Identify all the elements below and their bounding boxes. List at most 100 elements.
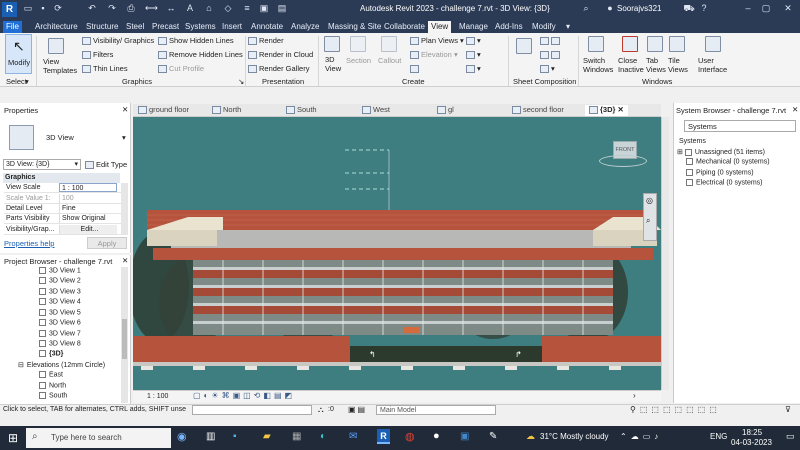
prop-row[interactable]: Detail Level Fine <box>4 204 122 214</box>
user-name[interactable]: Soorajvs321 <box>617 4 661 13</box>
system-dropdown[interactable]: Systems <box>684 120 796 132</box>
tree-item[interactable]: 3D View 6 <box>39 319 81 326</box>
minimize-icon[interactable]: – <box>742 3 754 16</box>
switch-windows-button[interactable]: Switch Windows <box>583 56 613 74</box>
redo-icon[interactable]: ↷ <box>106 3 118 16</box>
remove-hidden-lines-button[interactable]: Remove Hidden Lines <box>158 50 243 60</box>
tab-second-floor[interactable]: second floor <box>512 105 564 116</box>
cortana-icon[interactable]: ◉ <box>177 430 187 443</box>
tab-structure[interactable]: Structure <box>83 21 121 33</box>
workset-dropdown[interactable] <box>192 405 312 415</box>
task-view-icon[interactable]: ▥ <box>206 431 215 442</box>
chevron-down-icon[interactable]: ▾ <box>25 77 29 86</box>
sheet-icon[interactable] <box>516 38 532 54</box>
tab-south[interactable]: South <box>286 105 317 116</box>
scroll-right-icon[interactable]: › <box>633 391 636 400</box>
cut-profile-button[interactable]: Cut Profile <box>158 64 204 74</box>
drawing-canvas[interactable]: ↰ ↱ FRONT ◎ ⌕ <box>133 117 661 390</box>
tree-item[interactable]: 3D View 5 <box>39 309 81 316</box>
tree-group[interactable]: ⊟ Elevations (12mm Circle) <box>18 361 105 369</box>
navigation-bar[interactable]: ◎ ⌕ <box>643 193 657 241</box>
3d-view-icon[interactable] <box>324 36 340 52</box>
filter-icon[interactable]: ⊽ <box>785 405 791 414</box>
app-photos-icon[interactable]: ▪ <box>233 431 237 442</box>
view-controls-icons[interactable]: ▢◐☀⌘▣◫⟲◧▤◩ <box>193 391 295 400</box>
aligned-dimension-icon[interactable]: ↔ <box>165 3 177 16</box>
tree-item[interactable]: {3D} <box>39 350 63 357</box>
tab-modify[interactable]: Modify <box>529 21 559 33</box>
mail-icon[interactable]: ✉ <box>349 431 357 442</box>
render-button[interactable]: Render <box>248 36 284 46</box>
tree-item[interactable]: East <box>39 371 63 378</box>
modify-button[interactable]: ↖ Modify <box>5 34 32 74</box>
legends-icon[interactable]: ▾ <box>466 50 481 60</box>
ribbon-toggle-icon[interactable]: ▾ <box>563 21 573 33</box>
chrome-icon[interactable]: ◍ <box>405 430 415 443</box>
notification-icon[interactable]: ▭ <box>786 431 795 442</box>
view-scale[interactable]: 1 : 100 <box>147 393 168 400</box>
close-icon[interactable]: ✕ <box>792 105 798 114</box>
viewports-icon[interactable]: ▾ <box>540 64 555 74</box>
tree-item[interactable]: 3D View 2 <box>39 277 81 284</box>
tab-views-button[interactable]: Tab Views <box>646 56 666 74</box>
tree-item[interactable]: South <box>39 392 67 399</box>
sections-icon[interactable]: ◇ <box>222 3 234 16</box>
title-block-icon[interactable] <box>540 36 562 46</box>
browser-scrollbar[interactable] <box>121 267 128 403</box>
system-item[interactable]: Piping (0 systems) <box>686 169 754 176</box>
system-item[interactable]: ⊞ Unassigned (51 items) <box>677 148 765 156</box>
close-icon[interactable]: ✕ <box>122 256 128 265</box>
tab-add-ins[interactable]: Add-Ins <box>492 21 526 33</box>
elevation-button[interactable]: Elevation ▾ <box>410 50 458 60</box>
render-cloud-button[interactable]: Render in Cloud <box>248 50 313 60</box>
tab-analyze[interactable]: Analyze <box>288 21 322 33</box>
3d-view-icon[interactable]: ⌂ <box>203 3 215 16</box>
user-icon[interactable]: ● <box>604 3 616 16</box>
tab-collaborate[interactable]: Collaborate <box>381 21 428 33</box>
prop-value[interactable]: Fine <box>59 204 117 213</box>
edge-icon[interactable]: ◐ <box>320 431 326 442</box>
revit-logo[interactable]: R <box>2 2 17 17</box>
view-templates-icon[interactable] <box>48 38 64 54</box>
sync-icon[interactable]: ⟳ <box>52 3 64 16</box>
windows-start-icon[interactable]: ⊞ <box>8 431 18 445</box>
prop-row[interactable]: Parts Visibility Show Original <box>4 214 122 224</box>
tag-icon[interactable]: A <box>184 3 196 16</box>
cart-icon[interactable]: ⛟ <box>683 3 695 16</box>
prop-row[interactable]: Visibility/Grap... Edit... <box>4 225 122 235</box>
prop-value[interactable]: Show Original <box>59 214 117 223</box>
schedules-icon[interactable]: ▾ <box>466 64 481 74</box>
tab-precast[interactable]: Precast <box>149 21 182 33</box>
open-icon[interactable]: ▭ <box>22 3 34 16</box>
app-icon[interactable]: ▣ <box>460 431 469 442</box>
edit-type-button[interactable]: Edit Type <box>85 160 127 170</box>
close-hidden-icon[interactable]: ▣ <box>258 3 270 16</box>
taskbar-search[interactable]: ⌕ Type here to search <box>26 428 171 448</box>
filters-button[interactable]: Filters <box>82 50 113 60</box>
tab-ground-floor[interactable]: ground floor <box>138 105 189 116</box>
callout-button[interactable]: Callout <box>378 56 401 65</box>
tab-insert[interactable]: Insert <box>219 21 245 33</box>
drafting-view-icon[interactable] <box>410 64 421 74</box>
maximize-icon[interactable]: ▢ <box>760 3 772 16</box>
graphics-section[interactable]: Graphics <box>3 173 120 183</box>
tab-view[interactable]: View <box>428 21 452 33</box>
tab-3d[interactable]: {3D} ✕ <box>585 105 628 116</box>
selection-filter-icons[interactable]: ⚲⬚⬚⬚⬚⬚⬚⬚ <box>630 405 721 414</box>
thin-lines-icon[interactable]: ≡ <box>241 3 253 16</box>
view-selector[interactable]: 3D View: {3D} ▾ <box>3 159 81 170</box>
tree-item[interactable]: 3D View 7 <box>39 330 81 337</box>
show-hidden-lines-button[interactable]: Show Hidden Lines <box>158 36 234 46</box>
prop-value[interactable]: Edit... <box>59 225 117 234</box>
view-templates-button[interactable]: View Templates <box>43 57 77 75</box>
properties-help-link[interactable]: Properties help <box>4 239 54 248</box>
viewcube-compass[interactable] <box>599 155 647 167</box>
properties-scrollbar[interactable] <box>121 183 128 235</box>
tree-item[interactable]: 3D View 4 <box>39 298 81 305</box>
tab-architecture[interactable]: Architecture <box>32 21 81 33</box>
tile-views-icon[interactable] <box>669 36 685 52</box>
save-icon[interactable]: ▪ <box>37 3 49 16</box>
tray-icons[interactable]: ⌃☁▭♪ <box>620 432 662 441</box>
tab-views-icon[interactable] <box>647 36 663 52</box>
close-icon[interactable]: ✕ <box>782 3 794 16</box>
